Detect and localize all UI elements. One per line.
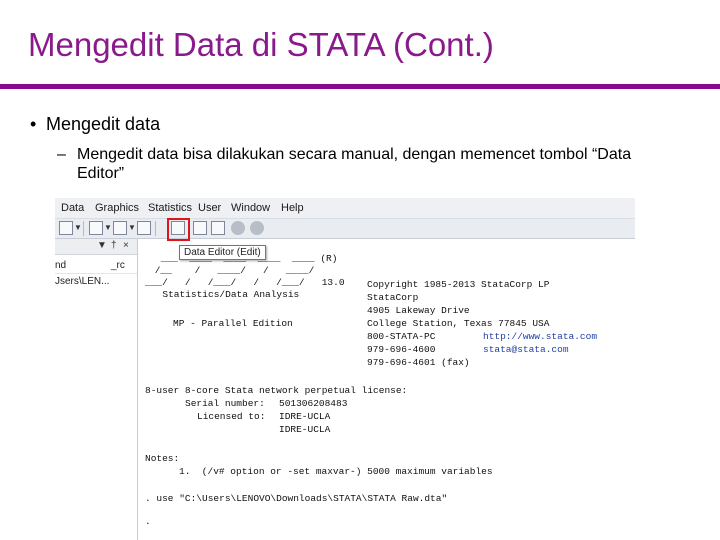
chevron-down-icon[interactable]: ▼ [74,223,82,232]
list-item[interactable]: nd _rc [55,259,137,274]
toolbar-separator [83,221,84,236]
serial-value: 501306208483 [279,398,348,409]
phone-text: 979-696-4600 [367,344,436,355]
phone-text: 800-STATA-PC [367,331,436,342]
city-text: College Station, Texas 77845 USA [367,318,550,329]
menu-bar: Data Graphics Statistics User Window Hel… [55,198,635,219]
bullet-dash: – [57,146,66,163]
toolbar: ▼ ▼ ▼ [55,219,635,239]
log-icon[interactable] [89,221,103,235]
close-icon[interactable]: × [123,240,129,251]
menu-data[interactable]: Data [61,202,84,214]
website-link[interactable]: http://www.stata.com [483,330,597,343]
menu-user[interactable]: User [198,202,221,214]
list-item[interactable]: Jsers\LEN... [55,275,137,289]
menu-statistics[interactable]: Statistics [148,202,192,214]
pushpin-icon[interactable]: † [111,240,117,251]
fax-text: 979-696-4601 (fax) [367,357,470,368]
data-editor-browse-icon[interactable] [193,221,207,235]
chevron-down-icon[interactable]: ▼ [104,223,112,232]
results-window: ___ ____ ____ ____ ____ (R) /__ / ____/ … [145,252,635,540]
pane-header: ▼ † × [55,239,137,255]
notes-label: Notes: [145,453,180,464]
menu-graphics[interactable]: Graphics [95,202,139,214]
licensed-label: Licensed to: [197,411,266,422]
slide-title: Mengedit Data di STATA (Cont.) [28,26,494,63]
note-text: 1. (/v# option or -set maxvar-) 5000 max… [179,466,493,477]
break-icon[interactable] [250,221,264,235]
col-name: nd [55,260,67,271]
highlight-box [167,218,190,241]
toolbar-separator [155,221,156,236]
graph-icon[interactable] [113,221,127,235]
bullet-main-text: Mengedit data [46,114,161,134]
open-icon[interactable] [59,221,73,235]
command-text: . use "C:\Users\LENOVO\Downloads\STATA\S… [145,493,448,504]
title-rule [0,84,720,89]
licensed-value: IDRE-UCLA [279,411,331,422]
copyright-text: Copyright 1985-2013 StataCorp LP [367,279,550,290]
menu-window[interactable]: Window [231,202,270,214]
col-ctrl: _rc [111,260,125,271]
bullet-dot: • [30,114,37,134]
logo-line: Statistics/Data Analysis [151,289,300,300]
pin-icon[interactable]: ▼ [97,240,107,251]
viewer-icon[interactable] [137,221,151,235]
variables-pane: ▼ † × nd _rc Jsers\LEN... [55,239,138,540]
address-text: 4905 Lakeway Drive [367,305,470,316]
company-text: StataCorp [367,292,419,303]
command-prompt[interactable]: . [145,515,151,528]
chevron-down-icon[interactable]: ▼ [128,223,136,232]
menu-help[interactable]: Help [281,202,304,214]
edition-text: MP - Parallel Edition [173,318,293,329]
stata-screenshot: Data Graphics Statistics User Window Hel… [55,198,635,540]
bullet-sub-text: Mengedit data bisa dilakukan secara manu… [77,146,632,182]
more-icon[interactable] [231,221,245,235]
license-text: 8-user 8-core Stata network perpetual li… [145,385,408,396]
serial-label: Serial number: [185,398,265,409]
path-text: Jsers\LEN... [55,276,110,287]
variables-manager-icon[interactable] [211,221,225,235]
bullet-sub: – Mengedit data bisa dilakukan secara ma… [57,145,677,183]
licensed-value: IDRE-UCLA [279,424,331,435]
bullet-main: • Mengedit data [30,114,160,135]
email-link[interactable]: stata@stata.com [483,343,569,356]
